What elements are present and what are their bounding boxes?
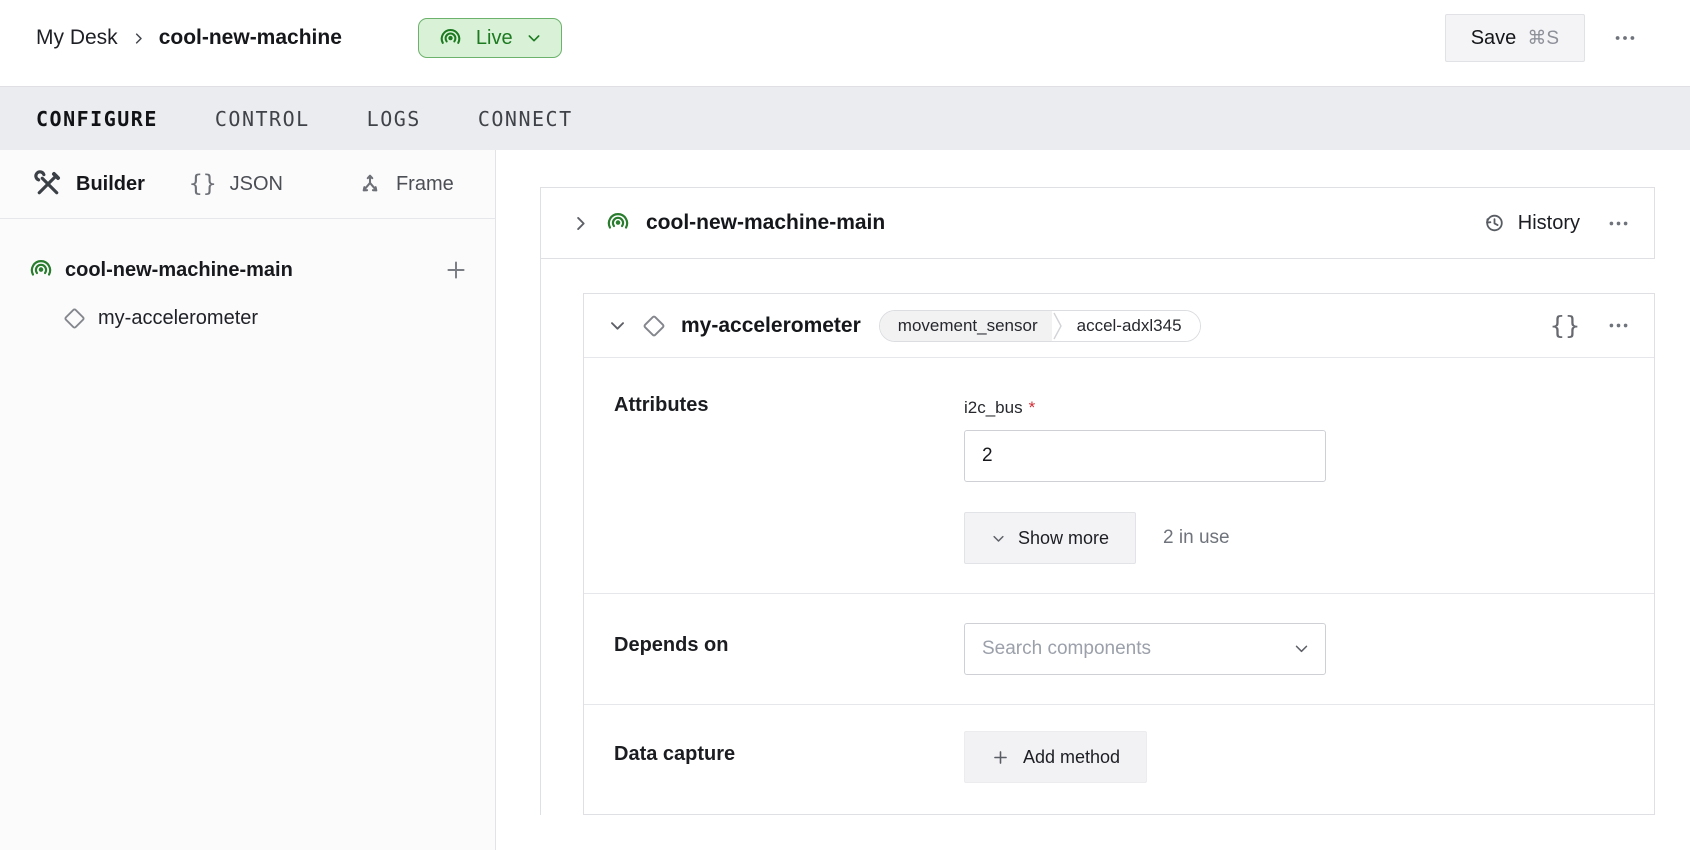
part-header-card: cool-new-machine-main History [540,187,1655,259]
chevron-down-icon [991,531,1006,546]
mode-tab-builder[interactable]: Builder [33,169,145,199]
show-more-button[interactable]: Show more [964,512,1136,564]
part-overflow-menu-button[interactable] [1607,212,1630,235]
breadcrumb-chevron-icon [131,31,146,46]
component-type-badge: movement_sensor accel-adxl345 [879,310,1201,342]
ellipsis-icon [1607,212,1630,235]
save-shortcut-hint: ⌘S [1527,27,1559,50]
chevron-down-icon [526,30,542,46]
ellipsis-icon [1613,26,1637,50]
breadcrumb-parent[interactable]: My Desk [36,26,118,50]
depends-on-section: Depends on Search components [584,593,1654,705]
top-header: My Desk cool-new-machine Live Save ⌘S [0,0,1690,86]
depends-on-placeholder: Search components [982,638,1293,660]
required-marker: * [1029,398,1036,418]
machine-part-group: cool-new-machine-main History [540,187,1655,815]
show-more-label: Show more [1018,528,1109,549]
ellipsis-icon [1607,314,1630,337]
tree-item-component[interactable]: my-accelerometer [0,294,495,342]
machine-status-dropdown[interactable]: Live [418,18,562,58]
i2c-bus-input[interactable] [964,430,1326,482]
component-diamond-icon [62,306,87,331]
history-button-label: History [1518,212,1580,235]
tab-logs[interactable]: LOGS [367,107,421,131]
badge-separator [1052,310,1063,342]
frame-axes-icon [357,171,383,197]
config-mode-tabs: Builder {} JSON Frame [0,150,495,219]
mode-tab-frame[interactable]: Frame [357,171,454,197]
app-window: My Desk cool-new-machine Live Save ⌘S [0,0,1690,850]
component-card-header: my-accelerometer movement_sensor accel-a… [584,294,1654,358]
attributes-usage-count: 2 in use [1163,527,1230,549]
mode-tab-builder-label: Builder [76,173,145,196]
braces-icon: {} [189,173,217,196]
i2c-bus-field-label: i2c_bus * [964,398,1035,418]
history-clock-icon [1482,211,1506,235]
data-capture-heading: Data capture [614,705,964,814]
machine-part-icon [605,210,631,236]
tree-part-label: cool-new-machine-main [65,259,293,282]
mode-tab-json[interactable]: {} JSON [189,173,283,196]
component-card: my-accelerometer movement_sensor accel-a… [583,293,1655,815]
component-diamond-icon [641,313,667,339]
machine-nav-tabs: CONFIGURE CONTROL LOGS CONNECT [0,86,1690,150]
mode-tab-json-label: JSON [230,173,283,196]
component-card-title: my-accelerometer [681,314,861,338]
expand-part-chevron-icon[interactable] [571,214,590,233]
component-overflow-menu-button[interactable] [1607,314,1630,337]
add-component-button[interactable] [443,257,469,283]
component-model-label: accel-adxl345 [1063,311,1200,341]
machine-overflow-menu-button[interactable] [1613,26,1637,50]
plus-icon [991,748,1010,767]
tree-item-machine-part[interactable]: cool-new-machine-main [0,246,495,294]
part-card-title: cool-new-machine-main [646,211,885,235]
config-sidebar: Builder {} JSON Frame [0,150,496,850]
attributes-heading: Attributes [614,358,964,593]
live-broadcast-icon [438,26,463,51]
depends-on-select[interactable]: Search components [964,623,1326,675]
breadcrumb-machine-name: cool-new-machine [159,26,342,50]
collapse-component-chevron-icon[interactable] [608,316,627,335]
save-button[interactable]: Save ⌘S [1445,14,1585,62]
part-group-spine [540,259,541,815]
tab-configure[interactable]: CONFIGURE [36,107,158,131]
tab-control[interactable]: CONTROL [215,107,310,131]
tab-connect[interactable]: CONNECT [478,107,573,131]
component-type-label: movement_sensor [880,311,1052,341]
depends-on-heading: Depends on [614,594,964,705]
braces-icon: {} [1550,313,1580,338]
save-button-label: Save [1471,27,1517,50]
mode-tab-frame-label: Frame [396,173,454,196]
tree-component-label: my-accelerometer [98,307,258,330]
data-capture-section: Data capture Add method [584,704,1654,814]
tools-icon [33,169,63,199]
machine-status-label: Live [476,27,513,50]
add-method-label: Add method [1023,747,1120,768]
edit-json-button[interactable]: {} [1550,313,1580,338]
history-button[interactable]: History [1482,211,1580,235]
plus-icon [443,257,469,283]
attributes-section: Attributes i2c_bus * [584,358,1654,593]
config-main-pane: cool-new-machine-main History [496,150,1690,850]
machine-part-tree: cool-new-machine-main my-accelerometer [0,219,495,342]
chevron-down-icon [1293,640,1310,657]
add-method-button[interactable]: Add method [964,731,1147,783]
field-label-text: i2c_bus [964,398,1023,418]
machine-part-icon [28,257,54,283]
